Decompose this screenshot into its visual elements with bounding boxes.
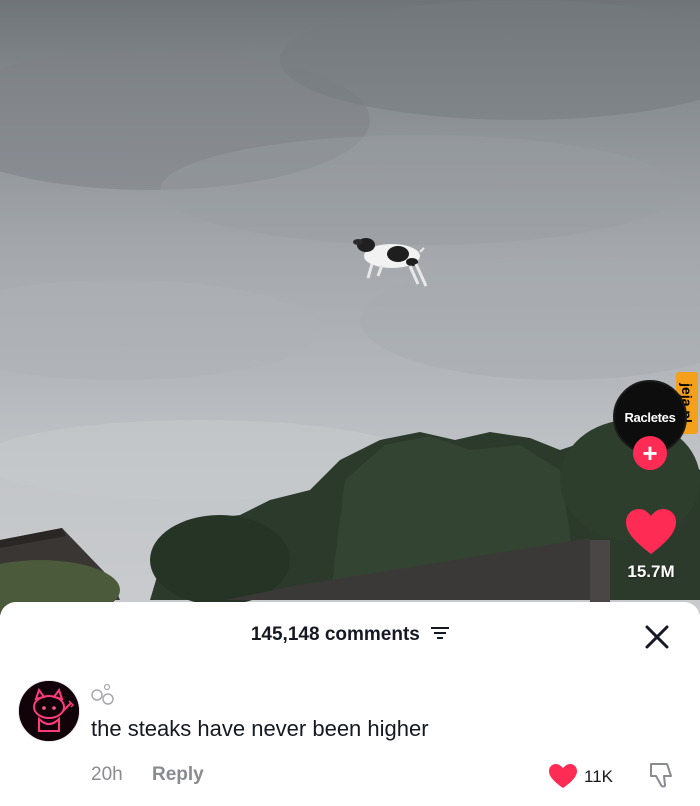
comments-count: 145,148 comments bbox=[250, 624, 420, 645]
dislike-icon[interactable] bbox=[647, 760, 677, 790]
video-player[interactable]: jeja.pl Racletes + 15.7M bbox=[0, 0, 700, 615]
comment-like-count: 11K bbox=[584, 767, 613, 786]
video-frame bbox=[0, 0, 700, 615]
comment-text: the steaks have never been higher bbox=[91, 716, 429, 741]
comments-header: 145,148 comments bbox=[0, 624, 700, 646]
avatar[interactable] bbox=[18, 680, 80, 742]
plus-icon: + bbox=[642, 438, 658, 468]
comment-username[interactable] bbox=[91, 682, 121, 706]
follow-button[interactable]: + bbox=[633, 436, 667, 470]
heart-icon[interactable] bbox=[548, 763, 578, 789]
comments-sheet: 145,148 comments the steaks have never b… bbox=[0, 602, 700, 806]
close-icon[interactable] bbox=[643, 623, 671, 651]
creator-name: Racletes bbox=[624, 409, 676, 425]
flying-cow bbox=[353, 238, 428, 287]
heart-icon[interactable] bbox=[624, 508, 678, 556]
comment-time: 20h bbox=[91, 764, 123, 785]
avatar-image bbox=[19, 681, 79, 741]
filter-icon[interactable] bbox=[431, 626, 450, 640]
like-count: 15.7M bbox=[627, 562, 675, 581]
reply-button[interactable]: Reply bbox=[152, 764, 204, 786]
